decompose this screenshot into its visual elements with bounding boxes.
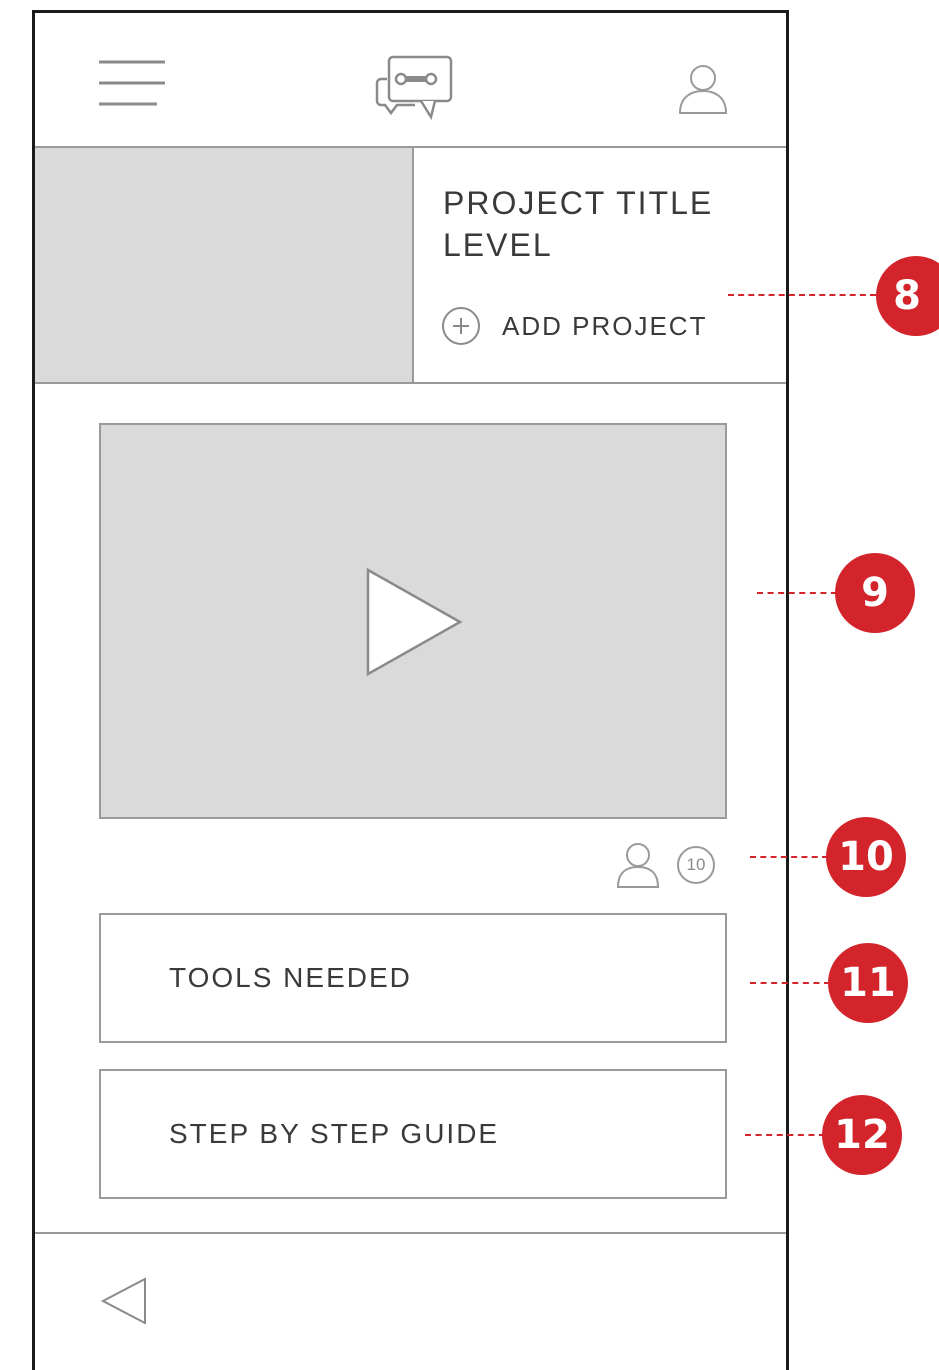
user-icon xyxy=(616,843,660,888)
callout-9-connector xyxy=(757,592,837,594)
callout-8-connector xyxy=(728,294,876,296)
step-by-step-guide-label: STEP BY STEP GUIDE xyxy=(169,1118,500,1149)
participants-indicator[interactable]: 10 xyxy=(615,840,725,890)
callout-11-connector xyxy=(750,982,830,984)
step-by-step-guide-button[interactable]: STEP BY STEP GUIDE xyxy=(99,1069,727,1199)
plus-circle-icon xyxy=(442,307,480,345)
project-level: LEVEL xyxy=(443,227,553,263)
callout-12-connector xyxy=(745,1134,825,1136)
project-title: PROJECT TITLE xyxy=(443,185,714,221)
callout-10: 10 xyxy=(826,817,906,897)
callout-12: 12 xyxy=(822,1095,902,1175)
phone-frame: PROJECT TITLE LEVEL ADD PROJECT 10 TOOLS… xyxy=(32,10,789,1370)
project-thumbnail xyxy=(35,148,414,382)
video-player[interactable] xyxy=(99,423,727,819)
project-divider xyxy=(35,382,786,384)
participant-count-badge: 10 xyxy=(677,846,715,884)
add-project-label: ADD PROJECT xyxy=(502,310,708,341)
menu-button[interactable] xyxy=(95,58,169,110)
tools-needed-label: TOOLS NEEDED xyxy=(169,962,412,993)
profile-button[interactable] xyxy=(677,63,729,115)
callout-8: 8 xyxy=(876,256,939,336)
hamburger-icon xyxy=(99,60,165,106)
user-icon xyxy=(678,65,728,114)
participant-count: 10 xyxy=(686,855,706,874)
tools-needed-button[interactable]: TOOLS NEEDED xyxy=(99,913,727,1043)
add-project-button[interactable]: ADD PROJECT xyxy=(440,305,710,347)
callout-11: 11 xyxy=(828,943,908,1023)
footer-divider xyxy=(35,1232,786,1234)
callout-10-connector xyxy=(750,856,828,858)
back-triangle-icon xyxy=(100,1277,146,1325)
app-logo[interactable] xyxy=(375,51,455,123)
back-button[interactable] xyxy=(99,1275,149,1327)
chat-wrench-icon xyxy=(375,55,453,121)
callout-9: 9 xyxy=(835,553,915,633)
play-icon[interactable] xyxy=(365,567,465,677)
